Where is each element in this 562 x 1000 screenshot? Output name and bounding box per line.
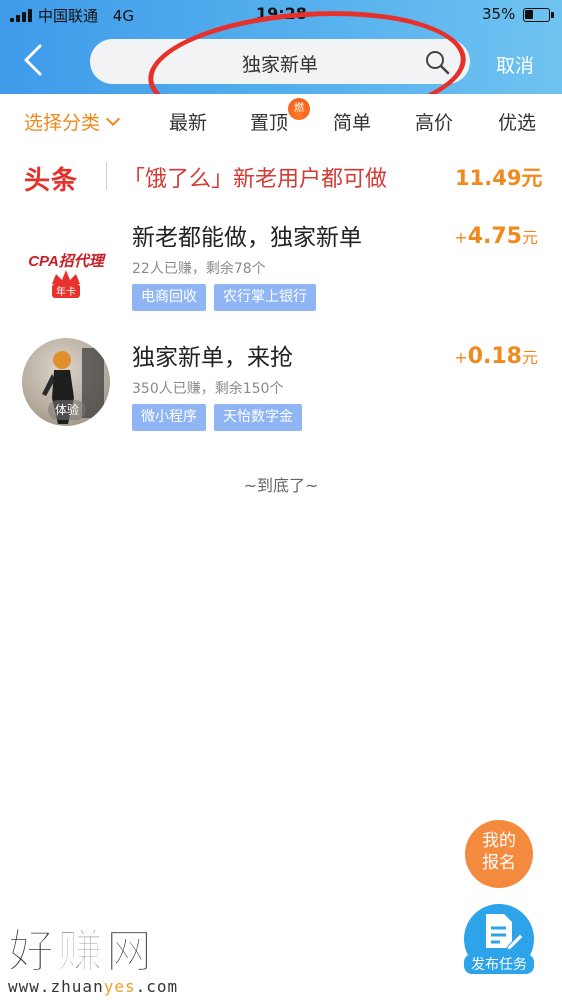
headline-divider	[106, 162, 107, 190]
signup-label-line2: 报名	[482, 853, 516, 873]
avatar-badge: 年卡	[56, 285, 76, 298]
task-item[interactable]: CPA招代理 年卡 新老都能做，独家新单 22人已赚，剩余78个 电商回收 农行…	[0, 212, 562, 322]
tab-high-price[interactable]: 高价	[415, 108, 453, 135]
reward-amount: 0.18	[467, 344, 522, 369]
watermark: 好赚网 www.zhuanyes.com	[7, 915, 178, 997]
publish-task-button[interactable]: 发布任务	[464, 904, 534, 974]
filter-tabs: 选择分类 最新 置顶 简单 高价 优选	[0, 94, 562, 146]
status-bar: 中国联通 4G 19:28 35%	[0, 0, 562, 30]
watermark-url-suffix: .com	[135, 977, 179, 996]
tab-pinned[interactable]: 置顶	[250, 108, 288, 135]
reward-sign: +	[454, 228, 468, 247]
chevron-left-icon	[24, 44, 42, 76]
reward-amount: 4.75	[467, 224, 522, 249]
cpa-logo-icon: CPA招代理 年卡	[28, 253, 107, 298]
battery-icon	[523, 8, 554, 22]
task-tag: 电商回收	[132, 284, 206, 311]
task-meta: 350人已赚，剩余150个	[132, 381, 284, 397]
category-selector[interactable]: 选择分类	[24, 108, 121, 135]
reward-unit: 元	[521, 228, 538, 247]
search-input[interactable]: 独家新单	[90, 39, 470, 84]
task-tag: 天怡数字金	[214, 404, 302, 431]
signal-strength-icon	[10, 9, 32, 22]
task-meta: 22人已赚，剩余78个	[132, 261, 266, 277]
tab-featured[interactable]: 优选	[498, 108, 536, 135]
task-reward: +0.18元	[454, 344, 538, 369]
avatar: 体验	[22, 338, 110, 426]
search-icon[interactable]	[424, 49, 450, 75]
watermark-url-prefix: www.zhuan	[8, 977, 104, 996]
tab-simple[interactable]: 简单	[333, 108, 371, 135]
signup-label-line1: 我的	[482, 831, 516, 851]
publish-task-label: 发布任务	[464, 954, 534, 974]
battery-percent: 35%	[482, 5, 516, 23]
headline-logo: 头条	[24, 166, 79, 196]
task-title: 新老都能做，独家新单	[132, 225, 362, 251]
headline-price: 11.49元	[455, 166, 543, 190]
task-title: 独家新单，来抢	[132, 345, 293, 371]
avatar: CPA招代理 年卡	[22, 216, 110, 304]
headline-banner[interactable]: 头条 「饿了么」新老用户都可做 11.49元	[0, 150, 562, 202]
back-button[interactable]	[14, 38, 54, 82]
category-label: 选择分类	[24, 112, 101, 134]
status-time: 19:28	[256, 4, 307, 23]
my-signups-button[interactable]: 我的 报名	[465, 820, 533, 888]
watermark-url: www.zhuanyes.com	[8, 977, 178, 996]
top-bar: 中国联通 4G 19:28 35% 独家新单 取消	[0, 0, 562, 94]
task-item[interactable]: 体验 独家新单，来抢 350人已赚，剩余150个 微小程序 天怡数字金 +0.1…	[0, 332, 562, 442]
reward-unit: 元	[521, 348, 538, 367]
task-reward: +4.75元	[454, 224, 538, 249]
headline-text: 「饿了么」新老用户都可做	[123, 167, 388, 192]
watermark-title: 好赚网	[7, 924, 155, 979]
carrier-info: 中国联通 4G	[38, 5, 134, 26]
tab-latest[interactable]: 最新	[169, 108, 207, 135]
search-query: 独家新单	[241, 54, 318, 76]
carrier-name: 中国联通	[38, 7, 99, 25]
end-of-list-text: ~到底了~	[243, 476, 319, 495]
battery-level-fill	[525, 10, 533, 19]
network-type: 4G	[112, 7, 134, 25]
task-tag: 微小程序	[132, 404, 206, 431]
avatar-text: CPA招代理	[28, 253, 107, 270]
chevron-down-icon	[105, 111, 121, 127]
document-edit-icon	[486, 914, 524, 951]
watermark-url-accent: yes	[103, 977, 136, 996]
task-tag: 农行掌上银行	[214, 284, 316, 311]
task-search-results-page: 中国联通 4G 19:28 35% 独家新单 取消 选择分类 最新 置顶 简单 …	[0, 0, 562, 1000]
reward-sign: +	[454, 348, 468, 367]
avatar-badge: 体验	[48, 400, 86, 420]
cancel-button[interactable]: 取消	[496, 51, 534, 78]
hot-badge: 燃	[288, 98, 310, 120]
